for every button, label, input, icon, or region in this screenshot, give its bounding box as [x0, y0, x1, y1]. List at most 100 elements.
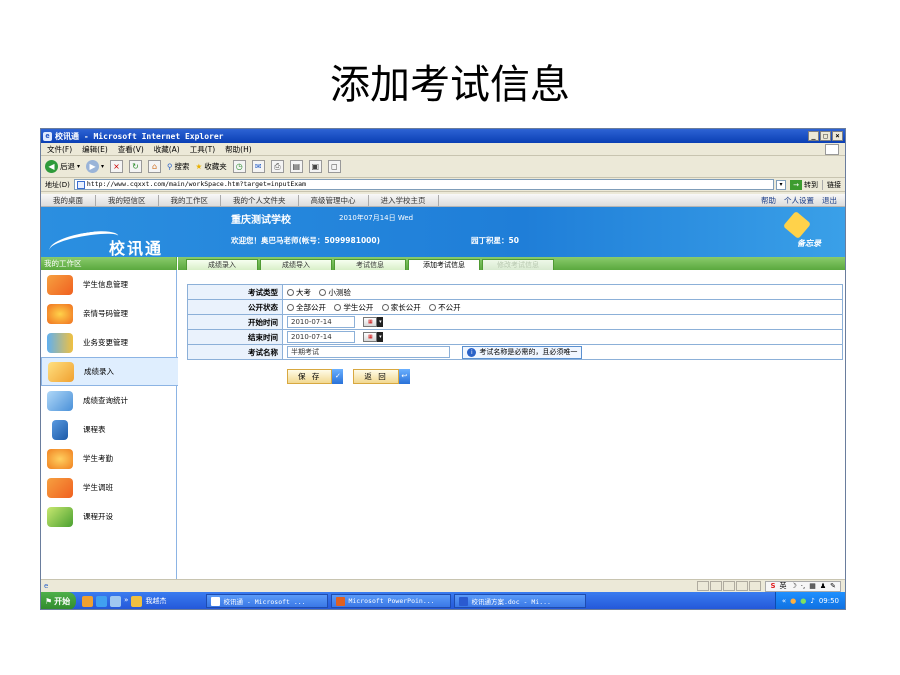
window-titlebar[interactable]: e 校讯通 - Microsoft Internet Explorer _ □ … — [41, 129, 845, 143]
start-date-input[interactable]: 2010-07-14 — [287, 316, 355, 328]
address-label: 地址(D) — [45, 180, 70, 189]
sidebar-item-student-info[interactable]: 学生信息管理 — [41, 270, 176, 299]
sidebar-item-attendance[interactable]: 学生考勤 — [41, 444, 176, 473]
radio-label: 小测验 — [328, 287, 351, 297]
nav-workspace[interactable]: 我的工作区 — [159, 194, 221, 206]
tab-add-exam-info[interactable]: 添加考试信息 — [408, 259, 480, 270]
search-label: 搜索 — [174, 162, 190, 171]
home-button[interactable]: ⌂ — [148, 160, 162, 173]
help-link[interactable]: 帮助 — [761, 195, 776, 206]
favorites-button[interactable]: ★ 收藏夹 — [196, 161, 227, 172]
start-button[interactable]: ⚑ 开始 — [41, 592, 77, 609]
back-button-form[interactable]: 返 回 ↩ — [353, 369, 410, 384]
mail-button[interactable]: ✉ — [251, 160, 265, 173]
radio-circle — [287, 288, 294, 296]
public-label: 公开状态 — [187, 299, 283, 315]
forward-button[interactable]: ▶ ▾ — [86, 160, 104, 173]
nav-desktop[interactable]: 我的桌面 — [41, 194, 96, 206]
go-button[interactable]: → 转到 — [790, 179, 818, 190]
nav-sms[interactable]: 我的短信区 — [96, 194, 159, 206]
address-bar: 地址(D) http://www.cqxxt.com/main/workSpac… — [41, 178, 845, 192]
public-radio-parents[interactable]: 家长公开 — [381, 302, 421, 313]
public-radio-all[interactable]: 全部公开 — [287, 302, 326, 313]
calendar-icon: ▦ — [363, 317, 378, 327]
sidebar-item-label: 亲情号码管理 — [83, 309, 128, 318]
edit-button[interactable]: ▤ — [289, 160, 303, 173]
nav-admin-center[interactable]: 高级管理中心 — [299, 194, 369, 206]
end-calendar-button[interactable]: ▦ ▾ — [363, 332, 384, 342]
sidebar-item-course-setup[interactable]: 课程开设 — [41, 502, 176, 531]
settings-link[interactable]: 个人设置 — [784, 195, 814, 206]
start-calendar-button[interactable]: ▦ ▾ — [363, 317, 384, 327]
search-button[interactable]: ⚲ 搜索 — [167, 161, 190, 172]
tray-expand-icon[interactable]: « — [782, 597, 786, 605]
quicklaunch-desktop-icon[interactable] — [110, 595, 122, 607]
sidebar-item-family-numbers[interactable]: 亲情号码管理 — [41, 299, 176, 328]
sidebar-item-grade-query[interactable]: 成绩查询统计 — [41, 386, 176, 415]
save-button[interactable]: 保 存 ✓ — [287, 369, 344, 384]
nav-personal-folder[interactable]: 我的个人文件夹 — [221, 194, 299, 206]
sidebar-item-label: 课程表 — [83, 425, 106, 434]
menu-favorites[interactable]: 收藏(A) — [154, 144, 180, 155]
user-icon: ♟ — [819, 582, 827, 590]
sidebar-item-label: 业务变更管理 — [83, 338, 128, 347]
ime-toolbar[interactable]: S 英 ☽ ·, ▦ ♟ ✎ — [765, 580, 841, 592]
punctuation-icon: ·, — [800, 582, 806, 590]
public-radio-none[interactable]: 不公开 — [429, 302, 461, 313]
system-tray: « ● ● ♪ 09:50 — [774, 592, 845, 609]
public-radio-students[interactable]: 学生公开 — [334, 302, 373, 313]
business-change-icon — [47, 332, 73, 353]
exam-name-input[interactable]: 半期考试 — [287, 346, 450, 358]
back-button[interactable]: ◀ 后退 ▾ — [45, 160, 80, 173]
menu-view[interactable]: 查看(V) — [118, 144, 144, 155]
address-input[interactable]: http://www.cqxxt.com/main/workSpace.htm?… — [73, 179, 774, 190]
task-word[interactable]: 校讯通方案.doc - Mi... — [454, 594, 587, 608]
end-date-input[interactable]: 2010-07-14 — [287, 331, 355, 343]
powerpoint-icon — [336, 596, 346, 606]
memo-widget[interactable]: 备忘录 — [765, 210, 835, 251]
minimize-button[interactable]: _ — [808, 131, 819, 141]
close-button[interactable]: × — [832, 131, 843, 141]
messenger-button[interactable]: ◻ — [327, 160, 341, 173]
quicklaunch-ie-icon[interactable] — [96, 595, 108, 607]
links-button[interactable]: 链接 — [822, 179, 845, 190]
history-button[interactable]: ◷ — [232, 160, 246, 173]
tab-grade-import[interactable]: 成绩导入 — [260, 259, 332, 270]
refresh-button[interactable]: ↻ — [129, 160, 143, 173]
discuss-button[interactable]: ▣ — [308, 160, 322, 173]
sidebar-item-grade-entry[interactable]: 成绩录入 — [41, 357, 178, 386]
address-dropdown-button[interactable]: ▾ — [776, 179, 786, 190]
logout-link[interactable]: 退出 — [822, 195, 837, 206]
task-powerpoint[interactable]: Microsoft PowerPoin... — [331, 594, 452, 608]
welcome-text: 欢迎您！奥巴马老师(帐号：5099981000) — [231, 236, 381, 245]
radio-circle — [287, 303, 294, 311]
maximize-button[interactable]: □ — [820, 131, 831, 141]
exam-type-radio-quiz[interactable]: 小测验 — [319, 287, 351, 298]
menu-tools[interactable]: 工具(T) — [190, 144, 215, 155]
tab-grade-entry[interactable]: 成绩录入 — [186, 259, 258, 270]
hint-text: 考试名称是必需的，且必须唯一 — [479, 348, 578, 356]
tray-network-icon[interactable]: ● — [790, 597, 796, 605]
menu-help[interactable]: 帮助(H) — [225, 144, 252, 155]
sidebar-item-timetable[interactable]: 课程表 — [41, 415, 176, 444]
nav-school-home[interactable]: 进入学校主页 — [369, 194, 439, 206]
folder-label[interactable]: 我越杰 — [145, 596, 166, 607]
radio-circle — [429, 303, 437, 311]
menu-edit[interactable]: 编辑(E) — [82, 144, 108, 155]
task-ie[interactable]: 校讯通 - Microsoft ... — [206, 594, 329, 608]
menu-file[interactable]: 文件(F) — [47, 144, 72, 155]
chevrons-icon[interactable]: » — [124, 596, 128, 607]
grade-query-icon — [47, 390, 73, 411]
quicklaunch-app-icon[interactable] — [82, 595, 94, 607]
sidebar-item-class-transfer[interactable]: 学生调班 — [41, 473, 176, 502]
print-button[interactable]: ⎙ — [270, 160, 284, 173]
tab-exam-info[interactable]: 考试信息 — [334, 259, 406, 270]
exam-type-radio-major[interactable]: 大考 — [287, 287, 311, 298]
radio-label: 大考 — [296, 287, 311, 297]
stop-button[interactable]: × — [110, 160, 124, 173]
sidebar-item-business-change[interactable]: 业务变更管理 — [41, 328, 176, 357]
form-row-public: 公开状态 全部公开 学生公开 家长公开 不公开 — [187, 299, 843, 315]
tray-app-icon[interactable]: ● — [800, 597, 806, 605]
ie-icon — [211, 596, 221, 606]
tray-volume-icon[interactable]: ♪ — [810, 597, 814, 605]
